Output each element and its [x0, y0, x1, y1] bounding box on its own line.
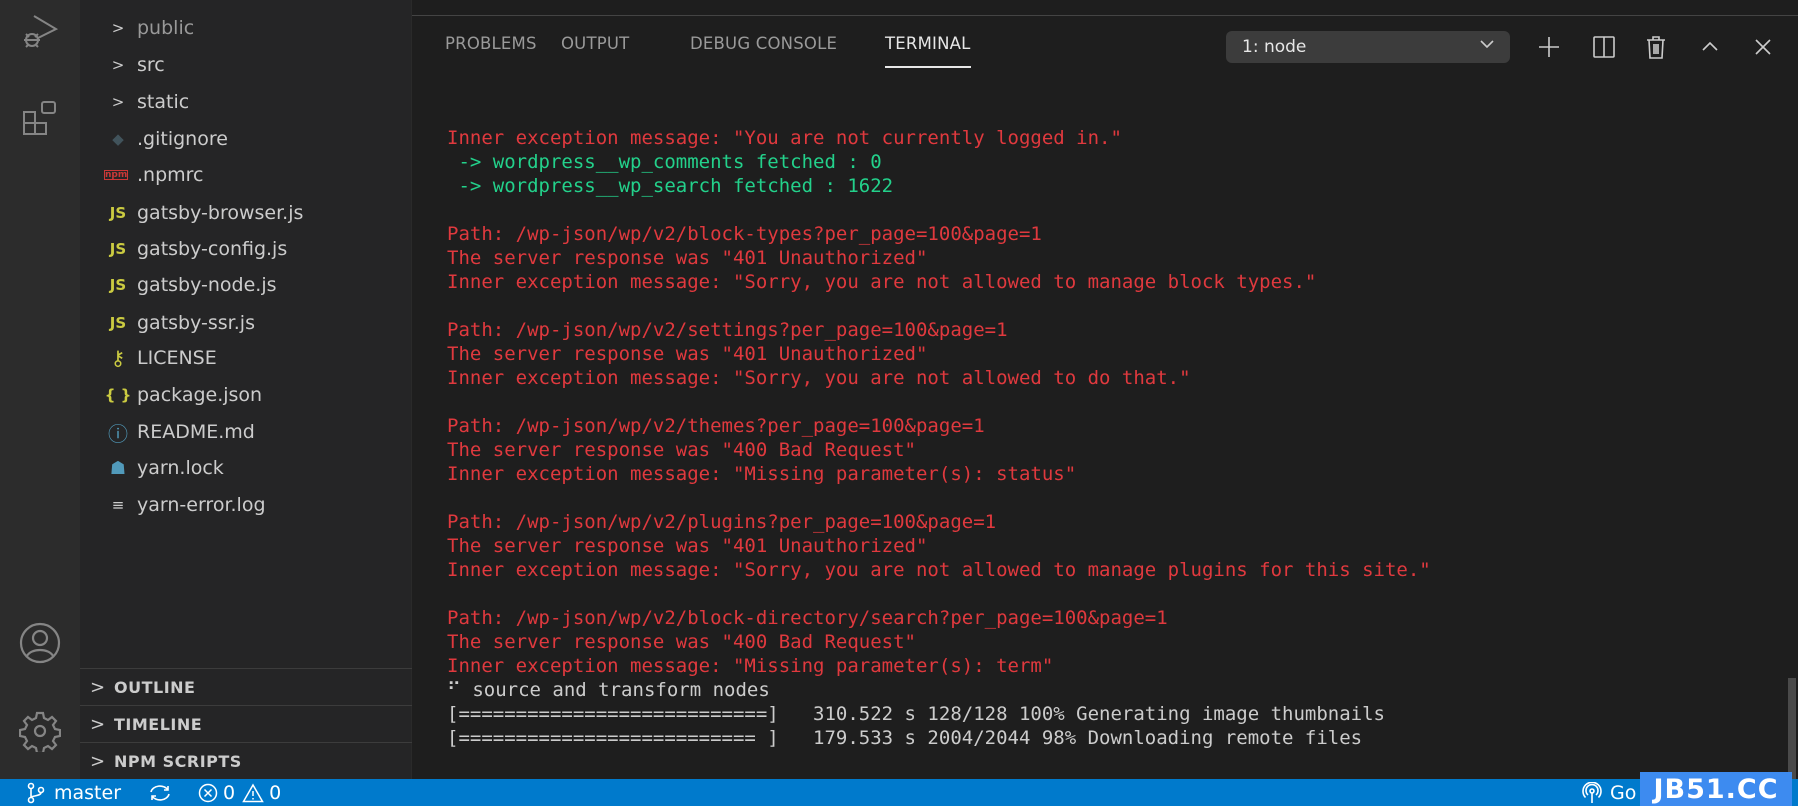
bottom-panel: PROBLEMS OUTPUT DEBUG CONSOLE TERMINAL 1…: [412, 15, 1798, 780]
terminal-scrollbar[interactable]: [1788, 678, 1796, 780]
terminal-line: The server response was "401 Unauthorize…: [447, 343, 928, 365]
file-package-json[interactable]: { } package.json: [80, 378, 412, 412]
tab-output[interactable]: OUTPUT: [561, 34, 629, 53]
go-live-label: Go: [1610, 781, 1637, 804]
chevron-right-icon: >: [90, 713, 106, 735]
new-terminal-button[interactable]: [1532, 30, 1566, 64]
chevron-right-icon: >: [90, 750, 106, 772]
js-icon: JS: [109, 276, 127, 294]
log-lines-icon: ≡: [111, 496, 125, 514]
info-icon: ⓘ: [108, 421, 128, 446]
trash-icon[interactable]: [1639, 30, 1673, 64]
chevron-right-icon: >: [111, 93, 125, 111]
license-key-icon: ⚷: [110, 346, 126, 370]
extensions-icon[interactable]: [16, 94, 64, 142]
terminal-line: The server response was "401 Unauthorize…: [447, 535, 928, 557]
chevron-right-icon: >: [90, 676, 106, 698]
file-gitignore[interactable]: ◆ .gitignore: [80, 122, 412, 156]
gear-icon[interactable]: [16, 707, 64, 755]
folder-static[interactable]: > static: [80, 85, 412, 119]
status-bar: master 0 0 Go: [0, 779, 1798, 806]
terminal-select-value: 1: node: [1242, 37, 1307, 57]
warning-count: 0: [269, 781, 282, 804]
json-braces-icon: { }: [104, 386, 132, 404]
terminal-line: [===========================] 310.522 s …: [447, 703, 1385, 725]
file-npmrc[interactable]: npm .npmrc: [80, 158, 412, 192]
yarn-cat-icon: ☗: [109, 457, 127, 479]
file-gatsby-config[interactable]: JS gatsby-config.js: [80, 232, 412, 266]
terminal-line: The server response was "401 Unauthorize…: [447, 247, 928, 269]
warning-icon: [242, 782, 264, 802]
close-panel-icon[interactable]: [1746, 30, 1780, 64]
git-branch-icon: [27, 782, 45, 803]
broadcast-icon: [1582, 781, 1602, 803]
chevron-right-icon: >: [111, 19, 125, 37]
file-gatsby-ssr[interactable]: JS gatsby-ssr.js: [80, 306, 412, 340]
terminal-select[interactable]: 1: node: [1226, 31, 1510, 63]
account-icon[interactable]: [16, 619, 64, 667]
sync-button[interactable]: [148, 779, 172, 806]
activity-bar: [0, 0, 80, 779]
problems-status[interactable]: 0 0: [198, 779, 281, 806]
chevron-right-icon: >: [111, 56, 125, 74]
maximize-panel-chevron-up-icon[interactable]: [1693, 30, 1727, 64]
section-npm-scripts[interactable]: > NPM SCRIPTS: [80, 742, 412, 779]
terminal-line: Path: /wp-json/wp/v2/settings?per_page=1…: [447, 319, 1008, 341]
file-gatsby-node[interactable]: JS gatsby-node.js: [80, 268, 412, 302]
error-count: 0: [223, 781, 236, 804]
sync-icon: [150, 784, 170, 801]
watermark: JB51.CC: [1640, 772, 1792, 806]
terminal-line: The server response was "400 Bad Request…: [447, 439, 916, 461]
tab-problems[interactable]: PROBLEMS: [445, 34, 537, 53]
file-readme[interactable]: ⓘ README.md: [80, 415, 412, 449]
js-icon: JS: [109, 240, 127, 258]
run-debug-icon[interactable]: [16, 8, 64, 56]
terminal-line: Path: /wp-json/wp/v2/plugins?per_page=10…: [447, 511, 997, 533]
tab-terminal[interactable]: TERMINAL: [885, 34, 971, 68]
split-terminal-button[interactable]: [1587, 30, 1621, 64]
terminal-line: Inner exception message: "Missing parame…: [447, 463, 1077, 485]
terminal-line: Inner exception message: "Sorry, you are…: [447, 367, 1191, 389]
chevron-down-icon: [1478, 35, 1496, 58]
terminal-output[interactable]: Inner exception message: "You are not cu…: [447, 126, 1431, 750]
terminal-line: Inner exception message: "Missing parame…: [447, 655, 1054, 677]
explorer-sidebar: > public > src > static ◆ .gitignore npm .npm…: [80, 0, 412, 779]
js-icon: JS: [109, 204, 127, 222]
terminal-line: The server response was "400 Bad Request…: [447, 631, 916, 653]
js-icon: JS: [109, 314, 127, 332]
terminal-line: ⠋ source and transform nodes: [447, 679, 770, 701]
file-gatsby-browser[interactable]: JS gatsby-browser.js: [80, 196, 412, 230]
tab-debug-console[interactable]: DEBUG CONSOLE: [690, 34, 837, 53]
section-outline[interactable]: > OUTLINE: [80, 668, 412, 705]
file-license[interactable]: ⚷ LICENSE: [80, 341, 412, 375]
terminal-line: Inner exception message: "You are not cu…: [447, 127, 1122, 149]
go-live-button[interactable]: Go: [1582, 779, 1636, 806]
terminal-line: [========================== ] 179.533 s …: [447, 727, 1363, 749]
file-yarn-error-log[interactable]: ≡ yarn-error.log: [80, 488, 412, 522]
terminal-line: Inner exception message: "Sorry, you are…: [447, 271, 1317, 293]
terminal-line: Path: /wp-json/wp/v2/block-directory/sea…: [447, 607, 1168, 629]
folder-src[interactable]: > src: [80, 48, 412, 82]
error-icon: [198, 783, 218, 802]
branch-status[interactable]: master: [26, 779, 121, 806]
terminal-line: -> wordpress__wp_search fetched : 1622: [447, 175, 894, 197]
file-yarn-lock[interactable]: ☗ yarn.lock: [80, 451, 412, 485]
git-icon: ◆: [112, 130, 124, 148]
terminal-line: Path: /wp-json/wp/v2/block-types?per_pag…: [447, 223, 1042, 245]
terminal-line: -> wordpress__wp_comments fetched : 0: [447, 151, 882, 173]
section-timeline[interactable]: > TIMELINE: [80, 705, 412, 742]
terminal-line: Path: /wp-json/wp/v2/themes?per_page=100…: [447, 415, 985, 437]
terminal-line: Inner exception message: "Sorry, you are…: [447, 559, 1431, 581]
npm-icon: npm: [104, 170, 128, 180]
folder-public[interactable]: > public: [80, 11, 412, 45]
branch-name: master: [54, 781, 122, 804]
